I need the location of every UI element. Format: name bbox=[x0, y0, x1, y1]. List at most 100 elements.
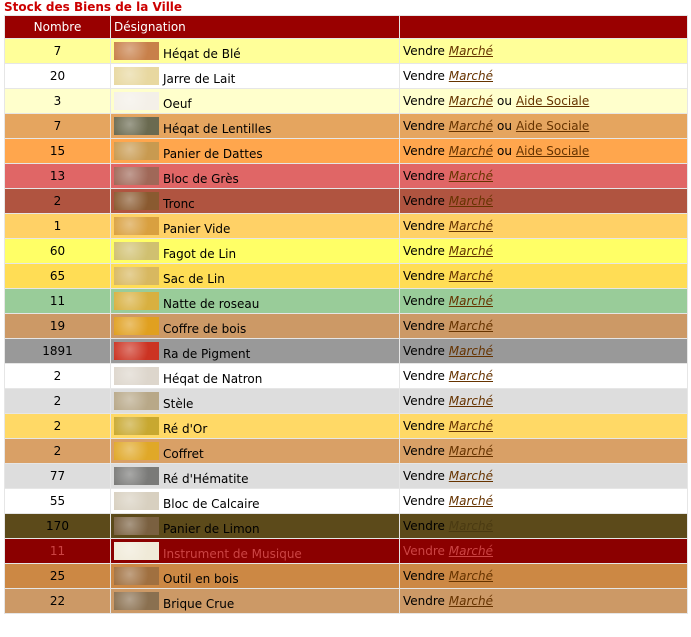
lentils-icon bbox=[114, 117, 159, 135]
item-name: Stèle bbox=[163, 397, 194, 411]
header-quantity: Nombre bbox=[4, 15, 111, 39]
reed-mat-icon bbox=[114, 292, 159, 310]
item-designation: Héqat de Blé bbox=[110, 38, 400, 64]
sell-label: Vendre bbox=[403, 269, 445, 283]
market-link[interactable]: Marché bbox=[449, 519, 493, 533]
item-quantity: 2 bbox=[4, 188, 111, 214]
item-designation: Outil en bois bbox=[110, 563, 400, 589]
table-row: 20 Jarre de Lait Vendre Marché bbox=[4, 63, 688, 89]
sell-label: Vendre bbox=[403, 319, 445, 333]
item-actions: Vendre Marché ou Aide Sociale bbox=[399, 88, 688, 114]
market-link[interactable]: Marché bbox=[449, 394, 493, 408]
table-row: 7 Héqat de Blé Vendre Marché bbox=[4, 38, 688, 64]
item-quantity: 55 bbox=[4, 488, 111, 514]
silt-basket-icon bbox=[114, 517, 159, 535]
item-actions: Vendre Marché bbox=[399, 513, 688, 539]
or-label: ou bbox=[497, 119, 512, 133]
page-title: Stock des Biens de la Ville bbox=[4, 0, 183, 14]
item-designation: Jarre de Lait bbox=[110, 63, 400, 89]
table-row: 3 Oeuf Vendre Marché ou Aide Sociale bbox=[4, 88, 688, 114]
market-link[interactable]: Marché bbox=[449, 444, 493, 458]
market-link[interactable]: Marché bbox=[449, 144, 493, 158]
item-quantity: 7 bbox=[4, 38, 111, 64]
market-link[interactable]: Marché bbox=[449, 94, 493, 108]
item-designation: Ra de Pigment bbox=[110, 338, 400, 364]
market-link[interactable]: Marché bbox=[449, 194, 493, 208]
market-link[interactable]: Marché bbox=[449, 169, 493, 183]
flax-bundle-icon bbox=[114, 242, 159, 260]
market-link[interactable]: Marché bbox=[449, 369, 493, 383]
sell-label: Vendre bbox=[403, 394, 445, 408]
item-designation: Tronc bbox=[110, 188, 400, 214]
market-link[interactable]: Marché bbox=[449, 119, 493, 133]
gold-icon bbox=[114, 417, 159, 435]
sell-label: Vendre bbox=[403, 119, 445, 133]
stock-panel: Stock des Biens de la Ville Nombre Désig… bbox=[0, 0, 691, 637]
empty-basket-icon bbox=[114, 217, 159, 235]
market-link[interactable]: Marché bbox=[449, 69, 493, 83]
market-link[interactable]: Marché bbox=[449, 419, 493, 433]
market-link[interactable]: Marché bbox=[449, 219, 493, 233]
wood-tool-icon bbox=[114, 567, 159, 585]
item-quantity: 19 bbox=[4, 313, 111, 339]
item-actions: Vendre Marché bbox=[399, 338, 688, 364]
sell-label: Vendre bbox=[403, 544, 445, 558]
item-designation: Bloc de Grès bbox=[110, 163, 400, 189]
table-row: 1891 Ra de Pigment Vendre Marché bbox=[4, 338, 688, 364]
market-link[interactable]: Marché bbox=[449, 319, 493, 333]
social-aid-link[interactable]: Aide Sociale bbox=[516, 144, 589, 158]
header-actions bbox=[399, 15, 688, 39]
market-link[interactable]: Marché bbox=[449, 294, 493, 308]
item-designation: Brique Crue bbox=[110, 588, 400, 614]
item-designation: Ré d'Or bbox=[110, 413, 400, 439]
item-actions: Vendre Marché bbox=[399, 463, 688, 489]
sell-label: Vendre bbox=[403, 494, 445, 508]
sandstone-icon bbox=[114, 167, 159, 185]
item-quantity: 170 bbox=[4, 513, 111, 539]
item-actions: Vendre Marché bbox=[399, 38, 688, 64]
stele-icon bbox=[114, 392, 159, 410]
wooden-chest-icon bbox=[114, 317, 159, 335]
table-row: 2 Stèle Vendre Marché bbox=[4, 388, 688, 414]
market-link[interactable]: Marché bbox=[449, 494, 493, 508]
market-link[interactable]: Marché bbox=[449, 269, 493, 283]
table-row: 2 Héqat de Natron Vendre Marché bbox=[4, 363, 688, 389]
item-actions: Vendre Marché bbox=[399, 188, 688, 214]
item-designation: Panier de Limon bbox=[110, 513, 400, 539]
table-row: 60 Fagot de Lin Vendre Marché bbox=[4, 238, 688, 264]
table-header-row: Nombre Désignation bbox=[4, 15, 688, 39]
item-actions: Vendre Marché ou Aide Sociale bbox=[399, 138, 688, 164]
market-link[interactable]: Marché bbox=[449, 594, 493, 608]
sell-label: Vendre bbox=[403, 244, 445, 258]
item-actions: Vendre Marché ou Aide Sociale bbox=[399, 113, 688, 139]
table-row: 11 Instrument de Musique Vendre Marché bbox=[4, 538, 688, 564]
social-aid-link[interactable]: Aide Sociale bbox=[516, 94, 589, 108]
item-name: Panier de Limon bbox=[163, 522, 260, 536]
market-link[interactable]: Marché bbox=[449, 569, 493, 583]
social-aid-link[interactable]: Aide Sociale bbox=[516, 119, 589, 133]
market-link[interactable]: Marché bbox=[449, 344, 493, 358]
item-actions: Vendre Marché bbox=[399, 263, 688, 289]
market-link[interactable]: Marché bbox=[449, 244, 493, 258]
mud-brick-icon bbox=[114, 592, 159, 610]
table-row: 170 Panier de Limon Vendre Marché bbox=[4, 513, 688, 539]
item-designation: Bloc de Calcaire bbox=[110, 488, 400, 514]
table-row: 13 Bloc de Grès Vendre Marché bbox=[4, 163, 688, 189]
sell-label: Vendre bbox=[403, 344, 445, 358]
item-actions: Vendre Marché bbox=[399, 238, 688, 264]
small-chest-icon bbox=[114, 442, 159, 460]
item-quantity: 1891 bbox=[4, 338, 111, 364]
item-designation: Stèle bbox=[110, 388, 400, 414]
table-row: 2 Ré d'Or Vendre Marché bbox=[4, 413, 688, 439]
market-link[interactable]: Marché bbox=[449, 44, 493, 58]
market-link[interactable]: Marché bbox=[449, 469, 493, 483]
item-designation: Héqat de Lentilles bbox=[110, 113, 400, 139]
item-actions: Vendre Marché bbox=[399, 313, 688, 339]
sell-label: Vendre bbox=[403, 569, 445, 583]
item-name: Fagot de Lin bbox=[163, 247, 237, 261]
sell-label: Vendre bbox=[403, 194, 445, 208]
item-quantity: 65 bbox=[4, 263, 111, 289]
market-link[interactable]: Marché bbox=[449, 544, 493, 558]
item-name: Héqat de Natron bbox=[163, 372, 263, 386]
item-designation: Ré d'Hématite bbox=[110, 463, 400, 489]
